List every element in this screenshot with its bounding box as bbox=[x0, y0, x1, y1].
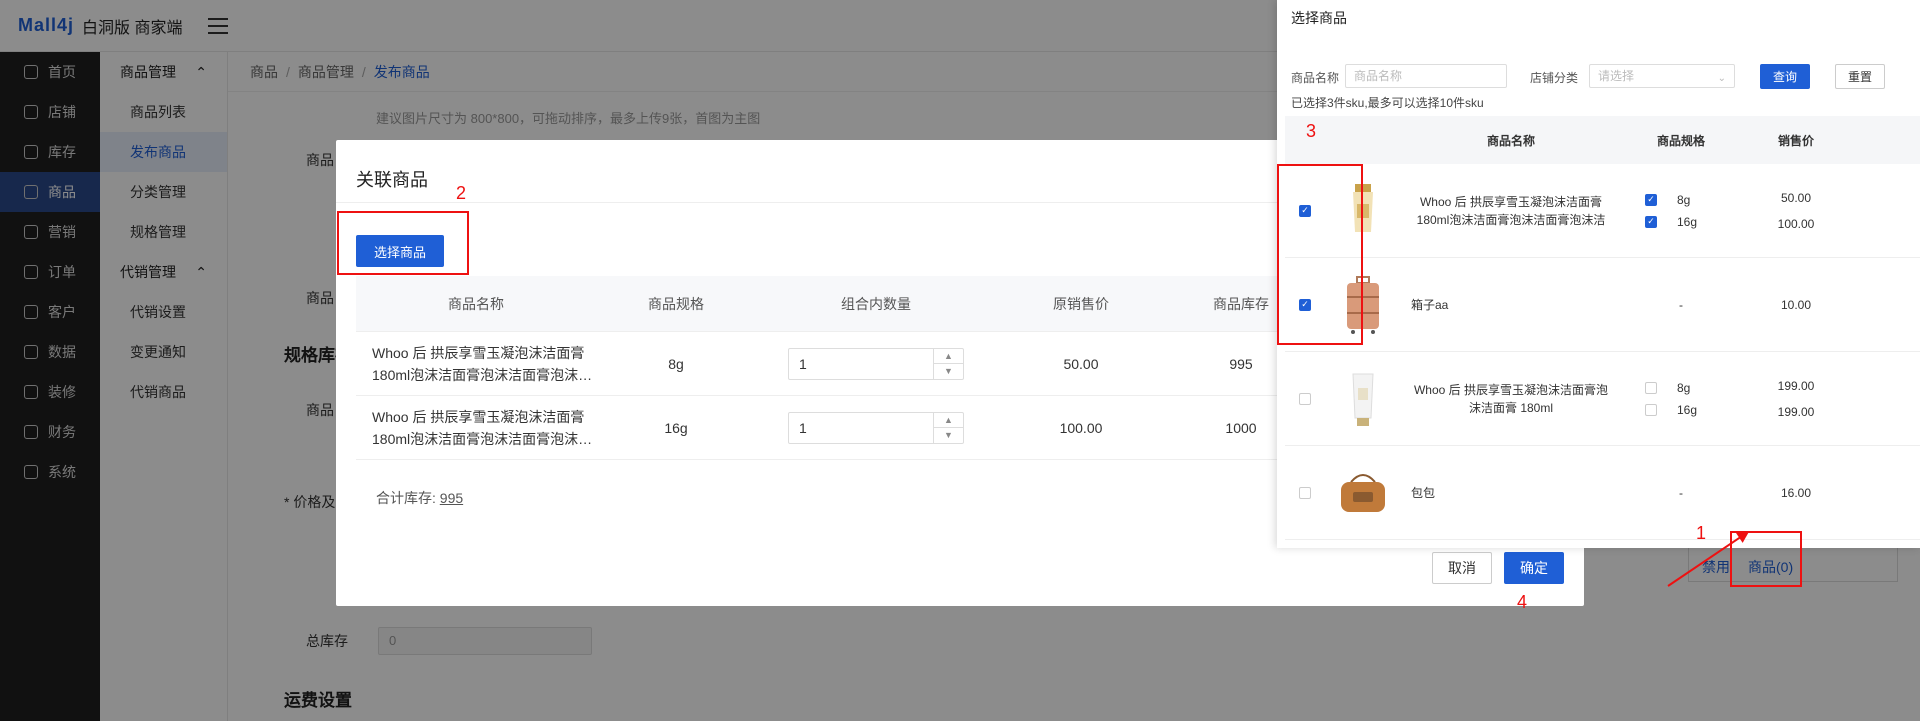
original-price: 100.00 bbox=[1059, 419, 1103, 436]
white-tube-thumbnail bbox=[1331, 367, 1395, 431]
table-header: 商品名称 商品规格 销售价 bbox=[1285, 116, 1920, 164]
panel-title: 选择商品 bbox=[1291, 10, 1347, 26]
quantity-stepper[interactable]: 1 ▲ ▼ bbox=[788, 347, 964, 380]
spec-value: 8g bbox=[1677, 192, 1691, 207]
column-header: 原销售价 bbox=[1053, 295, 1109, 312]
query-button[interactable]: 查询 bbox=[1760, 64, 1810, 89]
goods-name-input[interactable]: 商品名称 bbox=[1345, 64, 1507, 88]
annotation-number: 3 bbox=[1306, 121, 1317, 141]
spec-checkbox[interactable] bbox=[1645, 403, 1657, 416]
column-header: 商品名称 bbox=[448, 295, 504, 312]
original-price: 50.00 bbox=[1063, 355, 1099, 372]
annotation-box bbox=[1277, 164, 1363, 345]
select-goods-table: 商品名称 商品规格 销售价 Whoo 后 拱辰享雪玉凝泡沫洁面膏 180ml泡沫… bbox=[1285, 116, 1920, 540]
shop-category-label: 店铺分类 bbox=[1530, 71, 1579, 85]
table-row: Whoo 后 拱辰享雪玉凝泡沫洁面膏 180ml泡沫洁面膏泡沫洁面膏泡沫洁面膏 … bbox=[356, 332, 1316, 396]
spec-checkbox[interactable] bbox=[1645, 193, 1657, 206]
spec-checkbox[interactable] bbox=[1645, 381, 1657, 394]
goods-name: Whoo 后 拱辰享雪玉凝泡沫洁面膏 180ml泡沫洁面膏泡沫洁面膏泡沫洁面膏 bbox=[372, 344, 593, 383]
goods-spec: 16g bbox=[664, 419, 688, 436]
total-stock-value: 995 bbox=[439, 490, 464, 506]
goods-name-label: 商品名称 bbox=[1291, 71, 1340, 85]
goods-name: 箱子aa bbox=[1411, 298, 1449, 312]
spec-value: - bbox=[1679, 485, 1683, 500]
goods-name: Whoo 后 拱辰享雪玉凝泡沫洁面膏泡沫洁面膏 180ml bbox=[1413, 382, 1609, 415]
table-row[interactable]: Whoo 后 拱辰享雪玉凝泡沫洁面膏泡沫洁面膏 180ml 8g 16g 199… bbox=[1285, 352, 1920, 446]
stepper-up-icon[interactable]: ▲ bbox=[934, 349, 963, 364]
spec-value: 16g bbox=[1677, 214, 1698, 229]
cancel-button[interactable]: 取消 bbox=[1432, 552, 1492, 584]
sale-price: 50.00 bbox=[1780, 190, 1812, 205]
selected-info: 已选择3件sku,最多可以选择10件sku bbox=[1291, 96, 1484, 110]
sale-price: 199.00 bbox=[1777, 378, 1815, 393]
quantity-value[interactable]: 1 bbox=[789, 349, 933, 379]
stepper-up-icon[interactable]: ▲ bbox=[934, 413, 963, 428]
table-row[interactable]: Whoo 后 拱辰享雪玉凝泡沫洁面膏 180ml泡沫洁面膏泡沫洁面膏泡沫洁面膏 … bbox=[1285, 164, 1920, 258]
row-checkbox[interactable] bbox=[1299, 486, 1311, 499]
goods-name: Whoo 后 拱辰享雪玉凝泡沫洁面膏 180ml泡沫洁面膏泡沫洁面膏泡沫洁面膏 bbox=[1416, 194, 1606, 227]
confirm-button[interactable]: 确定 bbox=[1504, 552, 1564, 584]
row-checkbox[interactable] bbox=[1299, 392, 1311, 405]
related-goods-table: 商品名称 商品规格 组合内数量 原销售价 商品库存 Whoo 后 拱辰享雪玉凝泡… bbox=[356, 276, 1316, 460]
table-row: Whoo 后 拱辰享雪玉凝泡沫洁面膏 180ml泡沫洁面膏泡沫洁面膏泡沫洁面膏 … bbox=[356, 396, 1316, 460]
chevron-down-icon: ⌄ bbox=[1717, 73, 1726, 84]
table-row[interactable]: 包包 - 16.00 bbox=[1285, 446, 1920, 540]
stepper-down-icon[interactable]: ▼ bbox=[934, 427, 963, 443]
quantity-stepper[interactable]: 1 ▲ ▼ bbox=[788, 411, 964, 444]
column-header: 商品规格 bbox=[1656, 133, 1705, 148]
annotation-number: 1 bbox=[1696, 523, 1707, 543]
goods-spec: 8g bbox=[668, 355, 684, 372]
bag-thumbnail bbox=[1331, 461, 1395, 525]
total-stock-line: 合计库存: 995 bbox=[376, 490, 464, 506]
column-header: 商品名称 bbox=[1486, 133, 1535, 148]
annotation-box bbox=[337, 211, 469, 275]
spec-checkbox[interactable] bbox=[1645, 215, 1657, 228]
table-header: 商品名称 商品规格 组合内数量 原销售价 商品库存 bbox=[356, 276, 1316, 332]
sale-price: 100.00 bbox=[1777, 216, 1815, 231]
goods-name: Whoo 后 拱辰享雪玉凝泡沫洁面膏 180ml泡沫洁面膏泡沫洁面膏泡沫洁面膏 bbox=[372, 408, 593, 447]
table-row[interactable]: 箱子aa - 10.00 bbox=[1285, 258, 1920, 352]
sale-price: 16.00 bbox=[1780, 485, 1812, 500]
column-header: 组合内数量 bbox=[841, 295, 911, 312]
column-header: 商品规格 bbox=[648, 295, 704, 312]
column-header: 销售价 bbox=[1777, 133, 1814, 148]
shop-category-select[interactable]: 请选择 ⌄ bbox=[1589, 64, 1735, 88]
sale-price: 199.00 bbox=[1777, 404, 1815, 419]
spec-value: 8g bbox=[1677, 380, 1691, 395]
select-goods-panel: 选择商品 商品名称 商品名称 店铺分类 请选择 ⌄ 查询 重置 已选择3件sku,… bbox=[1277, 0, 1920, 548]
stepper-down-icon[interactable]: ▼ bbox=[934, 363, 963, 379]
spec-value: - bbox=[1679, 297, 1683, 312]
annotation-number: 4 bbox=[1517, 592, 1528, 612]
goods-name: 包包 bbox=[1411, 486, 1436, 500]
spec-value: 16g bbox=[1677, 402, 1698, 417]
sale-price: 10.00 bbox=[1780, 297, 1812, 312]
annotation-number: 2 bbox=[456, 183, 467, 203]
reset-button[interactable]: 重置 bbox=[1835, 64, 1885, 89]
quantity-value[interactable]: 1 bbox=[789, 413, 933, 443]
modal-title: 关联商品 bbox=[356, 170, 428, 190]
